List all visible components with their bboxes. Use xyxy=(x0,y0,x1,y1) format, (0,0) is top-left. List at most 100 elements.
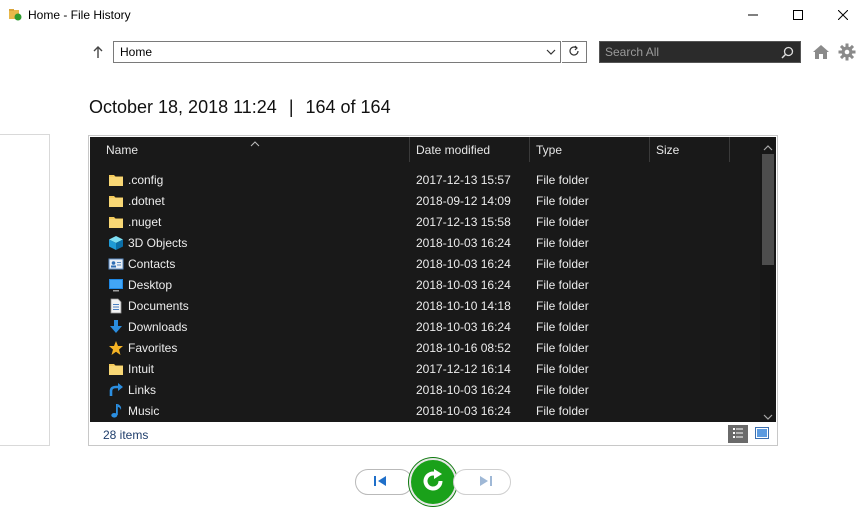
documents-icon xyxy=(108,298,124,314)
chevron-down-icon[interactable] xyxy=(545,46,557,58)
window-title: Home - File History xyxy=(28,8,131,22)
restore-button[interactable] xyxy=(409,458,457,506)
file-type: File folder xyxy=(536,194,589,208)
minimize-button[interactable] xyxy=(730,0,776,30)
maximize-button[interactable] xyxy=(775,0,821,30)
file-type: File folder xyxy=(536,236,589,250)
address-bar[interactable]: Home xyxy=(113,41,561,63)
column-date-modified[interactable]: Date modified xyxy=(410,137,530,162)
file-name: .config xyxy=(128,173,164,187)
file-type: File folder xyxy=(536,362,589,376)
file-name: .nuget xyxy=(128,215,162,229)
contacts-icon xyxy=(108,256,124,272)
folder-icon xyxy=(108,214,124,230)
file-row[interactable]: Downloads 2018-10-03 16:24 File folder xyxy=(90,316,760,337)
status-bar: 28 items xyxy=(90,422,776,445)
skip-back-icon xyxy=(372,474,388,491)
file-name: .dotnet xyxy=(128,194,165,208)
backup-date: October 18, 2018 11:24 xyxy=(89,97,277,117)
previous-version-button[interactable] xyxy=(355,469,413,495)
file-name: Documents xyxy=(128,299,189,313)
file-rows: .config 2017-12-13 15:57 File folder .do… xyxy=(90,169,760,421)
folder-icon xyxy=(108,172,124,188)
music-icon xyxy=(108,403,124,419)
file-type: File folder xyxy=(536,320,589,334)
home-icon[interactable] xyxy=(812,43,830,61)
large-icons-view-icon xyxy=(755,426,769,442)
file-row[interactable]: Favorites 2018-10-16 08:52 File folder xyxy=(90,337,760,358)
file-name: Intuit xyxy=(128,362,155,376)
file-date: 2018-10-03 16:24 xyxy=(416,278,511,292)
file-name: Desktop xyxy=(128,278,173,292)
column-header: Name Date modified Type Size xyxy=(90,137,760,162)
up-arrow-icon[interactable] xyxy=(90,44,106,60)
gear-icon[interactable] xyxy=(838,43,856,61)
file-name: 3D Objects xyxy=(128,236,188,250)
previous-version-panel[interactable] xyxy=(0,134,50,446)
file-type: File folder xyxy=(536,383,589,397)
file-row[interactable]: .nuget 2017-12-13 15:58 File folder xyxy=(90,211,760,232)
file-list: Name Date modified Type Size .config 201… xyxy=(90,137,776,422)
details-view-button[interactable] xyxy=(728,425,748,443)
file-list-panel: Name Date modified Type Size .config 201… xyxy=(88,135,778,446)
folder-icon xyxy=(108,361,124,377)
search-box[interactable] xyxy=(599,41,801,63)
column-type[interactable]: Type xyxy=(530,137,650,162)
file-name: Music xyxy=(128,404,160,418)
favorites-icon xyxy=(108,340,124,356)
vertical-scrollbar[interactable] xyxy=(760,137,776,422)
skip-forward-icon xyxy=(478,474,494,491)
scroll-down-icon[interactable] xyxy=(763,410,773,420)
file-name: Favorites xyxy=(128,341,178,355)
file-row[interactable]: 3D Objects 2018-10-03 16:24 File folder xyxy=(90,232,760,253)
backup-position: 164 of 164 xyxy=(305,97,391,117)
3d-objects-icon xyxy=(108,235,124,251)
file-date: 2017-12-13 15:57 xyxy=(416,173,511,187)
file-row[interactable]: Links 2018-10-03 16:24 File folder xyxy=(90,379,760,400)
refresh-button[interactable] xyxy=(562,41,587,63)
backup-date-header: October 18, 2018 11:24 | 164 of 164 xyxy=(89,97,391,118)
file-row[interactable]: Contacts 2018-10-03 16:24 File folder xyxy=(90,253,760,274)
links-icon xyxy=(108,382,124,398)
file-type: File folder xyxy=(536,215,589,229)
file-history-app-icon xyxy=(8,7,22,21)
next-version-button[interactable] xyxy=(453,469,511,495)
search-input[interactable] xyxy=(600,42,778,62)
downloads-icon xyxy=(108,319,124,335)
large-icons-view-button[interactable] xyxy=(752,425,772,443)
file-row[interactable]: Documents 2018-10-10 14:18 File folder xyxy=(90,295,760,316)
scrollbar-thumb[interactable] xyxy=(762,154,774,265)
details-view-icon xyxy=(732,427,744,442)
item-count: 28 items xyxy=(103,428,149,442)
file-date: 2017-12-13 15:58 xyxy=(416,215,511,229)
scroll-up-icon[interactable] xyxy=(763,141,773,151)
file-date: 2018-10-03 16:24 xyxy=(416,383,511,397)
file-name: Contacts xyxy=(128,257,176,271)
file-row[interactable]: Desktop 2018-10-03 16:24 File folder xyxy=(90,274,760,295)
restore-icon xyxy=(418,466,448,499)
file-type: File folder xyxy=(536,299,589,313)
file-name: Downloads xyxy=(128,320,188,334)
file-date: 2018-10-10 14:18 xyxy=(416,299,511,313)
desktop-icon xyxy=(108,277,124,293)
file-date: 2018-09-12 14:09 xyxy=(416,194,511,208)
address-text: Home xyxy=(120,45,153,59)
file-type: File folder xyxy=(536,341,589,355)
column-size[interactable]: Size xyxy=(650,137,730,162)
file-type: File folder xyxy=(536,257,589,271)
file-date: 2018-10-03 16:24 xyxy=(416,257,511,271)
search-icon[interactable] xyxy=(781,46,794,59)
refresh-icon xyxy=(568,45,580,60)
column-name[interactable]: Name xyxy=(100,137,410,162)
file-row[interactable]: .dotnet 2018-09-12 14:09 File folder xyxy=(90,190,760,211)
file-date: 2017-12-12 16:14 xyxy=(416,362,511,376)
file-row[interactable]: Music 2018-10-03 16:24 File folder xyxy=(90,400,760,421)
file-type: File folder xyxy=(536,173,589,187)
file-row[interactable]: Intuit 2017-12-12 16:14 File folder xyxy=(90,358,760,379)
file-name: Links xyxy=(128,383,157,397)
close-button[interactable] xyxy=(820,0,866,30)
title-bar: Home - File History xyxy=(0,0,866,30)
file-date: 2018-10-03 16:24 xyxy=(416,236,511,250)
file-row[interactable]: .config 2017-12-13 15:57 File folder xyxy=(90,169,760,190)
folder-icon xyxy=(108,193,124,209)
